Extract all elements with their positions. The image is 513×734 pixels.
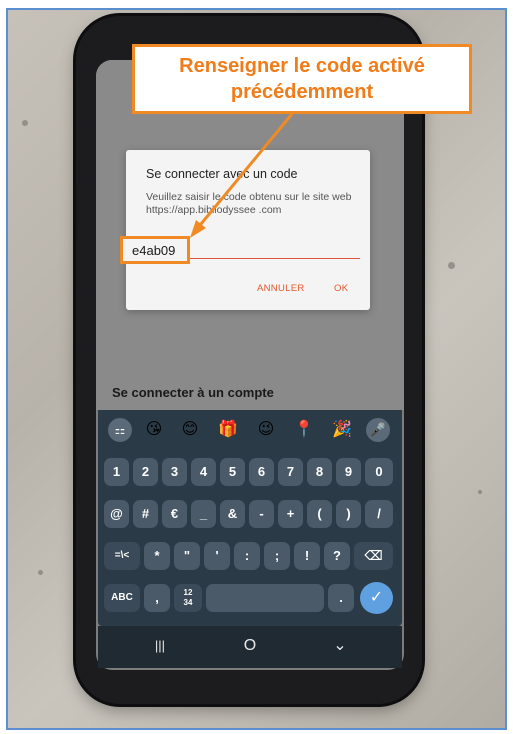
emoji-pin-icon[interactable]: 📍: [292, 418, 316, 442]
key-slash[interactable]: /: [365, 500, 393, 528]
key-4[interactable]: 4: [191, 458, 216, 486]
background-speck: [22, 120, 28, 126]
emoji-gift-icon[interactable]: 🎁: [216, 418, 240, 442]
key-0[interactable]: 0: [365, 458, 393, 486]
key-semicolon[interactable]: ;: [264, 542, 290, 570]
key-abc[interactable]: ABC: [104, 584, 140, 612]
cancel-button[interactable]: ANNULER: [257, 283, 305, 294]
key-1[interactable]: 1: [104, 458, 129, 486]
key-single-quote[interactable]: ': [204, 542, 230, 570]
annotation-text: Renseigner le code activé précédemment: [135, 53, 469, 105]
key-close-paren[interactable]: ): [336, 500, 361, 528]
key-euro[interactable]: €: [162, 500, 187, 528]
emoji-kiss-icon[interactable]: 😘: [142, 418, 166, 442]
annotation-callout: Renseigner le code activé précédemment: [132, 44, 472, 114]
key-question[interactable]: ?: [324, 542, 350, 570]
key-period[interactable]: .: [328, 584, 354, 612]
key-3[interactable]: 3: [162, 458, 187, 486]
annotation-line-1: Renseigner le code activé: [179, 55, 425, 77]
key-asterisk[interactable]: *: [144, 542, 170, 570]
ok-button[interactable]: OK: [334, 283, 348, 294]
login-code-dialog: Se connecter avec un code Veuillez saisi…: [126, 150, 370, 310]
key-numeric-layout[interactable]: 12 34: [174, 584, 202, 612]
onscreen-keyboard: ⚏ 😘 😊 🎁 😉 📍 🎉 🎤 1 2 3 4 5 6 7 8 9 0 @ # …: [98, 410, 402, 626]
key-6[interactable]: 6: [249, 458, 274, 486]
emoji-panel-icon[interactable]: ⚏: [108, 418, 132, 442]
home-icon[interactable]: O: [234, 634, 266, 658]
key-underscore[interactable]: _: [191, 500, 216, 528]
key-double-quote[interactable]: ": [174, 542, 200, 570]
key-2[interactable]: 2: [133, 458, 158, 486]
key-colon[interactable]: :: [234, 542, 260, 570]
key-more-symbols[interactable]: =\<: [104, 542, 140, 570]
annotation-line-2: précédemment: [230, 81, 374, 103]
account-section-title: Se connecter à un compte: [112, 385, 274, 400]
emoji-suggestion-row: ⚏ 😘 😊 🎁 😉 📍 🎉 🎤: [98, 416, 402, 448]
back-chevron-icon[interactable]: ⌄: [324, 634, 356, 658]
key-at[interactable]: @: [104, 500, 129, 528]
emoji-wink-icon[interactable]: 😉: [254, 418, 278, 442]
key-open-paren[interactable]: (: [307, 500, 332, 528]
system-navigation-bar: ||| O ⌄: [98, 626, 402, 668]
emoji-smile-icon[interactable]: 😊: [178, 418, 202, 442]
key-7[interactable]: 7: [278, 458, 303, 486]
dialog-title: Se connecter avec un code: [146, 167, 298, 181]
recents-icon[interactable]: |||: [144, 634, 176, 658]
code-value-text: e4ab09: [132, 243, 176, 258]
space-bar[interactable]: [206, 584, 324, 612]
key-ampersand[interactable]: &: [220, 500, 245, 528]
background-speck: [478, 490, 482, 494]
key-9[interactable]: 9: [336, 458, 361, 486]
key-plus[interactable]: +: [278, 500, 303, 528]
code-value-highlight[interactable]: e4ab09: [120, 236, 190, 264]
confirm-check-icon[interactable]: ✓: [360, 582, 393, 614]
key-exclamation[interactable]: !: [294, 542, 320, 570]
background-speck: [448, 262, 455, 269]
microphone-icon[interactable]: 🎤: [366, 418, 390, 442]
key-minus[interactable]: -: [249, 500, 274, 528]
key-8[interactable]: 8: [307, 458, 332, 486]
dialog-message: Veuillez saisir le code obtenu sur le si…: [146, 191, 352, 216]
key-5[interactable]: 5: [220, 458, 245, 486]
emoji-party-icon[interactable]: 🎉: [330, 418, 354, 442]
key-comma[interactable]: ,: [144, 584, 170, 612]
background-speck: [38, 570, 43, 575]
key-hash[interactable]: #: [133, 500, 158, 528]
backspace-icon[interactable]: ⌫: [354, 542, 393, 570]
